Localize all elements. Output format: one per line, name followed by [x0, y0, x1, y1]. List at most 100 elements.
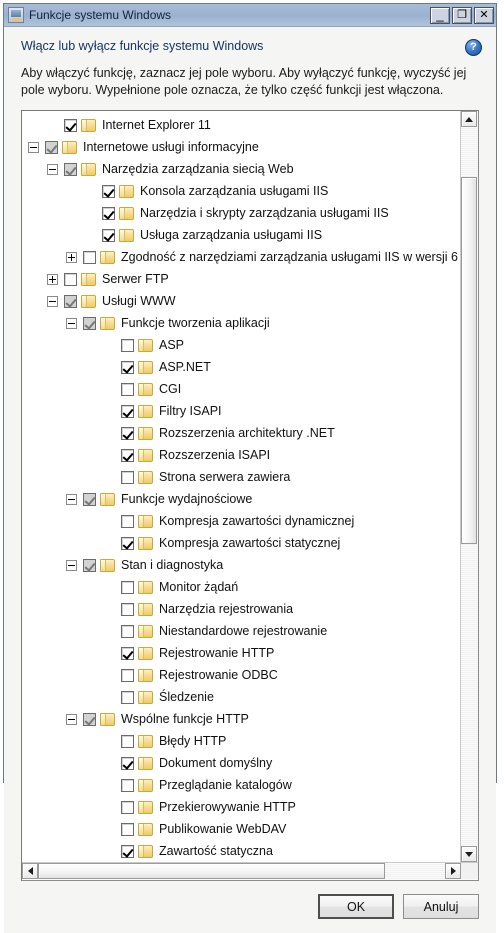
- collapse-icon[interactable]: [66, 317, 77, 329]
- feature-checkbox[interactable]: [121, 536, 134, 550]
- feature-checkbox[interactable]: [121, 602, 134, 616]
- tree-item[interactable]: Rejestrowanie HTTP: [22, 642, 460, 664]
- maximize-button[interactable]: ❐: [452, 6, 472, 24]
- tree-item[interactable]: CGI: [22, 378, 460, 400]
- vertical-scroll-thumb[interactable]: [461, 177, 477, 545]
- feature-checkbox[interactable]: [121, 382, 134, 396]
- features-tree-container: Internet Explorer 11 Internetowe usługi i…: [21, 110, 479, 881]
- collapse-icon[interactable]: [66, 713, 77, 725]
- feature-checkbox[interactable]: [121, 756, 134, 770]
- tree-item[interactable]: Kompresja zawartości dynamicznej: [22, 510, 460, 532]
- tree-item[interactable]: Filtry ISAPI: [22, 400, 460, 422]
- feature-checkbox[interactable]: [121, 734, 134, 748]
- tree-item[interactable]: Internet Explorer 11: [22, 114, 460, 136]
- tree-item[interactable]: ASP.NET: [22, 356, 460, 378]
- ok-button[interactable]: OK: [318, 894, 394, 919]
- tree-item[interactable]: Przekierowywanie HTTP: [22, 796, 460, 818]
- feature-checkbox[interactable]: [83, 250, 96, 264]
- folder-icon: [119, 228, 134, 242]
- tree-item[interactable]: Dokument domyślny: [22, 752, 460, 774]
- folder-icon: [138, 690, 153, 704]
- feature-checkbox[interactable]: [64, 294, 77, 308]
- feature-checkbox[interactable]: [121, 690, 134, 704]
- cancel-button[interactable]: Anuluj: [403, 894, 479, 919]
- feature-checkbox[interactable]: [121, 646, 134, 660]
- tree-item[interactable]: Konsola zarządzania usługami IIS: [22, 180, 460, 202]
- feature-checkbox[interactable]: [45, 140, 58, 154]
- feature-checkbox[interactable]: [121, 624, 134, 638]
- help-icon[interactable]: ?: [465, 39, 482, 56]
- feature-checkbox[interactable]: [64, 118, 77, 132]
- collapse-icon[interactable]: [28, 141, 39, 153]
- horizontal-scrollbar[interactable]: [22, 862, 478, 880]
- horizontal-scroll-thumb[interactable]: [38, 863, 385, 879]
- tree-item[interactable]: Monitor żądań: [22, 576, 460, 598]
- feature-checkbox[interactable]: [83, 558, 96, 572]
- feature-checkbox[interactable]: [64, 162, 77, 176]
- feature-checkbox[interactable]: [121, 360, 134, 374]
- tree-item[interactable]: Publikowanie WebDAV: [22, 818, 460, 840]
- scroll-right-button[interactable]: [445, 863, 461, 879]
- tree-item[interactable]: Niestandardowe rejestrowanie: [22, 620, 460, 642]
- tree-item[interactable]: ASP: [22, 334, 460, 356]
- tree-item[interactable]: Rozszerzenia architektury .NET: [22, 422, 460, 444]
- feature-checkbox[interactable]: [121, 844, 134, 858]
- tree-item[interactable]: Funkcje tworzenia aplikacji: [22, 312, 460, 334]
- maximize-icon: ❐: [457, 8, 467, 21]
- tree-item[interactable]: Strona serwera zawiera: [22, 466, 460, 488]
- feature-checkbox[interactable]: [121, 822, 134, 836]
- feature-checkbox[interactable]: [83, 492, 96, 506]
- expand-icon[interactable]: [66, 251, 77, 263]
- tree-item[interactable]: Usługi WWW: [22, 290, 460, 312]
- tree-item[interactable]: Serwer FTP: [22, 268, 460, 290]
- tree-item[interactable]: Narzędzia zarządzania siecią Web: [22, 158, 460, 180]
- feature-checkbox[interactable]: [102, 228, 115, 242]
- feature-checkbox[interactable]: [121, 800, 134, 814]
- scroll-left-button[interactable]: [22, 863, 38, 879]
- tree-item[interactable]: Przeglądanie katalogów: [22, 774, 460, 796]
- feature-checkbox[interactable]: [83, 712, 96, 726]
- collapse-icon[interactable]: [66, 493, 77, 505]
- expand-icon[interactable]: [47, 273, 58, 285]
- tree-item[interactable]: Internetowe usługi informacyjne: [22, 136, 460, 158]
- feature-checkbox[interactable]: [121, 580, 134, 594]
- feature-checkbox[interactable]: [102, 184, 115, 198]
- feature-checkbox[interactable]: [121, 470, 134, 484]
- tree-item[interactable]: Zawartość statyczna: [22, 840, 460, 862]
- close-button[interactable]: ✕: [474, 6, 494, 24]
- feature-checkbox[interactable]: [121, 668, 134, 682]
- feature-checkbox[interactable]: [121, 338, 134, 352]
- collapse-icon[interactable]: [66, 559, 77, 571]
- feature-checkbox[interactable]: [121, 514, 134, 528]
- scroll-up-button[interactable]: [461, 111, 477, 127]
- feature-checkbox[interactable]: [121, 448, 134, 462]
- tree-item[interactable]: Rejestrowanie ODBC: [22, 664, 460, 686]
- feature-checkbox[interactable]: [83, 316, 96, 330]
- features-tree[interactable]: Internet Explorer 11 Internetowe usługi i…: [22, 111, 460, 862]
- vertical-scrollbar[interactable]: [460, 111, 478, 862]
- tree-item[interactable]: Śledzenie: [22, 686, 460, 708]
- feature-checkbox[interactable]: [102, 206, 115, 220]
- feature-checkbox[interactable]: [121, 404, 134, 418]
- tree-item[interactable]: Narzędzia i skrypty zarządzania usługami…: [22, 202, 460, 224]
- feature-checkbox[interactable]: [121, 426, 134, 440]
- minimize-button[interactable]: _: [430, 6, 450, 24]
- tree-item[interactable]: Usługa zarządzania usługami IIS: [22, 224, 460, 246]
- feature-checkbox[interactable]: [121, 778, 134, 792]
- scroll-down-button[interactable]: [461, 846, 477, 862]
- tree-item[interactable]: Rozszerzenia ISAPI: [22, 444, 460, 466]
- tree-item[interactable]: Funkcje wydajnościowe: [22, 488, 460, 510]
- feature-checkbox[interactable]: [64, 272, 77, 286]
- tree-item[interactable]: Narzędzia rejestrowania: [22, 598, 460, 620]
- tree-item[interactable]: Wspólne funkcje HTTP: [22, 708, 460, 730]
- tree-item[interactable]: Zgodność z narzędziami zarządzania usług…: [22, 246, 460, 268]
- tree-item[interactable]: Kompresja zawartości statycznej: [22, 532, 460, 554]
- tree-item[interactable]: Błędy HTTP: [22, 730, 460, 752]
- collapse-icon[interactable]: [47, 295, 58, 307]
- collapse-icon[interactable]: [47, 163, 58, 175]
- tree-item[interactable]: Stan i diagnostyka: [22, 554, 460, 576]
